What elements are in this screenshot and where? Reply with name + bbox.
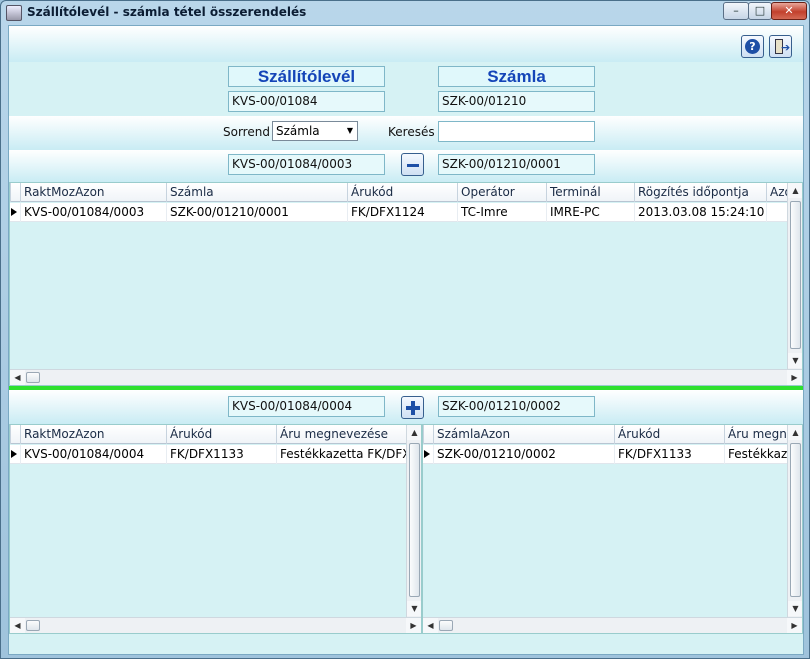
- delivery-note-heading: Szállítólevél: [228, 66, 385, 87]
- table-cell: FK/DFX1133: [614, 445, 724, 464]
- scrollbar-thumb[interactable]: [790, 201, 801, 349]
- window-title: Szállítólevél - számla tétel összerendel…: [27, 5, 307, 19]
- scroll-down-icon[interactable]: ▼: [407, 601, 421, 616]
- scroll-up-icon[interactable]: ▲: [788, 183, 802, 198]
- table-cell: TC-Imre: [457, 203, 546, 222]
- column-header[interactable]: Áru megnevezése: [276, 425, 416, 444]
- close-button[interactable]: ✕: [771, 2, 807, 20]
- search-label: Keresés: [388, 125, 435, 139]
- column-header[interactable]: Árukód: [614, 425, 724, 444]
- horizontal-scrollbar[interactable]: ◀ ▶: [423, 617, 802, 633]
- column-header[interactable]: Terminál: [546, 183, 634, 202]
- table-cell: KVS-00/01084/0004: [20, 445, 166, 464]
- scrollbar-thumb[interactable]: [26, 372, 40, 383]
- unassigned-delivery-item: KVS-00/01084/0004: [228, 396, 385, 417]
- scrollbar-thumb[interactable]: [409, 443, 420, 597]
- invoice-heading: Számla: [438, 66, 595, 87]
- table-cell: SZK-00/01210/0001: [166, 203, 347, 222]
- horizontal-scrollbar[interactable]: ◀ ▶: [10, 369, 802, 385]
- table-cell: 2013.03.08 15:24:10: [634, 203, 766, 222]
- help-button[interactable]: ?: [741, 35, 764, 58]
- scroll-down-icon[interactable]: ▼: [788, 601, 802, 616]
- scrollbar-thumb[interactable]: [26, 620, 40, 631]
- table-cell: FK/DFX1124: [347, 203, 457, 222]
- help-icon: ?: [745, 39, 760, 54]
- sort-label: Sorrend: [223, 125, 270, 139]
- table-cell: IMRE-PC: [546, 203, 634, 222]
- grid-header: RaktMozAzon Számla Árukód Operátor Termi…: [10, 183, 802, 202]
- current-row-icon: [424, 450, 430, 458]
- sort-select-value: Számla: [276, 124, 320, 138]
- scroll-left-icon[interactable]: ◀: [10, 618, 25, 633]
- scroll-right-icon[interactable]: ▶: [406, 618, 421, 633]
- scroll-right-icon[interactable]: ▶: [787, 370, 802, 385]
- invoice-number: SZK-00/01210: [438, 91, 595, 112]
- current-row-icon: [11, 450, 17, 458]
- unassigned-invoice-grid[interactable]: SzámlaAzon Árukód Áru megnevezése SZK-00…: [422, 424, 803, 634]
- assigned-invoice-item: SZK-00/01210/0001: [438, 154, 595, 175]
- remove-pair-button[interactable]: [401, 153, 424, 176]
- vertical-scrollbar[interactable]: ▲ ▼: [406, 425, 421, 617]
- minus-icon: [407, 164, 419, 167]
- row-selector-header: [423, 425, 433, 444]
- scroll-left-icon[interactable]: ◀: [423, 618, 438, 633]
- vertical-scrollbar[interactable]: ▲ ▼: [787, 183, 802, 369]
- scroll-down-icon[interactable]: ▼: [788, 353, 802, 368]
- scrollbar-thumb[interactable]: [790, 443, 801, 597]
- vertical-scrollbar[interactable]: ▲ ▼: [787, 425, 802, 617]
- table-cell: FK/DFX1133: [166, 445, 276, 464]
- scroll-left-icon[interactable]: ◀: [10, 370, 25, 385]
- scroll-up-icon[interactable]: ▲: [788, 425, 802, 440]
- column-header[interactable]: RaktMozAzon: [20, 183, 166, 202]
- maximize-button[interactable]: □: [748, 2, 772, 20]
- client-area: ? ➔ Szállítólevél Számla KVS-00/01084 SZ…: [8, 25, 804, 655]
- grid-header: RaktMozAzon Árukód Áru megnevezése: [10, 425, 421, 444]
- app-window: Szállítólevél - számla tétel összerendel…: [0, 0, 810, 659]
- assigned-delivery-item: KVS-00/01084/0003: [228, 154, 385, 175]
- column-header[interactable]: Rögzítés időpontja: [634, 183, 766, 202]
- column-header[interactable]: Operátor: [457, 183, 546, 202]
- row-selector-header: [10, 425, 20, 444]
- chevron-down-icon: ▼: [346, 126, 353, 135]
- column-header[interactable]: Árukód: [166, 425, 276, 444]
- search-input[interactable]: [438, 121, 595, 142]
- exit-button[interactable]: ➔: [769, 35, 792, 58]
- scroll-right-icon[interactable]: ▶: [787, 618, 802, 633]
- exit-arrow-icon: ➔: [781, 41, 791, 54]
- scroll-up-icon[interactable]: ▲: [407, 425, 421, 440]
- assigned-grid[interactable]: RaktMozAzon Számla Árukód Operátor Termi…: [9, 182, 803, 386]
- app-icon: [6, 5, 22, 21]
- grid-header: SzámlaAzon Árukód Áru megnevezése: [423, 425, 802, 444]
- add-pair-button[interactable]: [401, 396, 424, 419]
- minimize-button[interactable]: –: [723, 2, 749, 20]
- column-header[interactable]: Árukód: [347, 183, 457, 202]
- scrollbar-thumb[interactable]: [439, 620, 453, 631]
- table-cell: KVS-00/01084/0003: [20, 203, 166, 222]
- table-cell: Festékkazetta FK/DFX1133: [276, 445, 408, 464]
- column-header[interactable]: Számla: [166, 183, 347, 202]
- table-row[interactable]: SZK-00/01210/0002 FK/DFX1133 Festékkazet…: [423, 445, 802, 464]
- row-selector-header: [10, 183, 20, 202]
- unassigned-delivery-grid[interactable]: RaktMozAzon Árukód Áru megnevezése KVS-0…: [9, 424, 422, 634]
- column-header[interactable]: RaktMozAzon: [20, 425, 166, 444]
- toolbar-band: [9, 26, 803, 62]
- current-row-icon: [11, 208, 17, 216]
- column-header[interactable]: SzámlaAzon: [433, 425, 614, 444]
- table-cell: SZK-00/01210/0002: [433, 445, 614, 464]
- title-bar[interactable]: Szállítólevél - számla tétel összerendel…: [1, 1, 809, 25]
- sort-select[interactable]: Számla ▼: [272, 121, 358, 141]
- horizontal-scrollbar[interactable]: ◀ ▶: [10, 617, 421, 633]
- table-row[interactable]: KVS-00/01084/0003 SZK-00/01210/0001 FK/D…: [10, 203, 802, 222]
- table-row[interactable]: KVS-00/01084/0004 FK/DFX1133 Festékkazet…: [10, 445, 421, 464]
- unassigned-invoice-item: SZK-00/01210/0002: [438, 396, 595, 417]
- delivery-note-number: KVS-00/01084: [228, 91, 385, 112]
